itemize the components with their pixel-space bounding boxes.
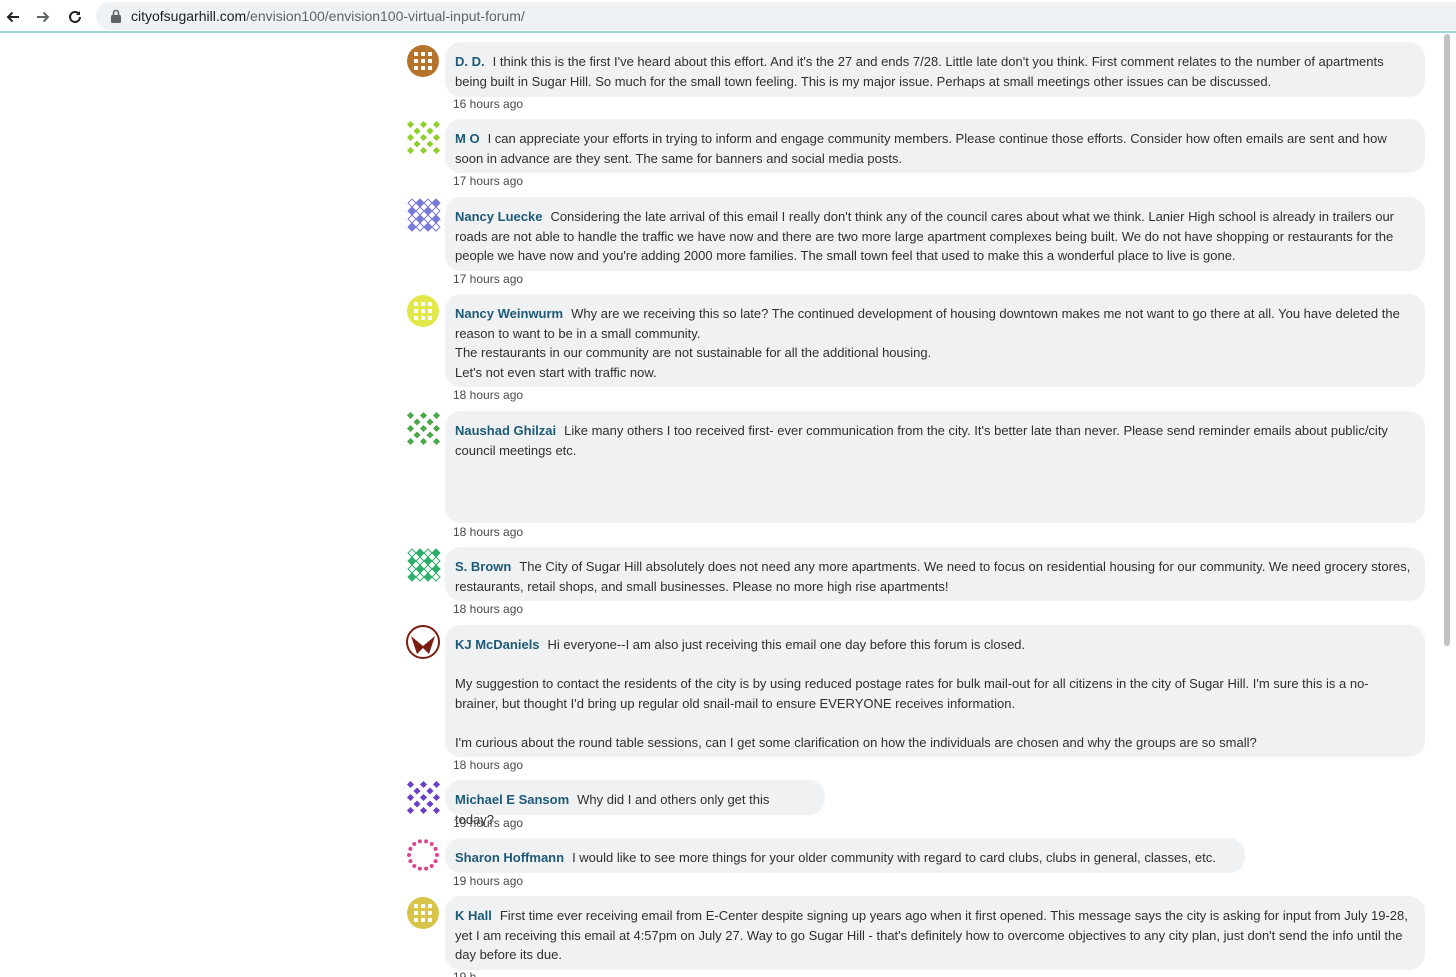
comment-text-line	[455, 713, 1411, 733]
comment-text: Hi everyone--I am also just receiving th…	[547, 637, 1026, 652]
comment-author[interactable]: M O	[455, 131, 480, 146]
comment-timestamp: 18 hours ago	[453, 525, 524, 539]
comment-bubble: K Hall First time ever receiving email fr…	[445, 896, 1425, 970]
comment-text-line: Naushad Ghilzai Like many others I too re…	[455, 421, 1411, 460]
comment-author[interactable]: Naushad Ghilzai	[455, 423, 556, 438]
comment-text: The restaurants in our community are not…	[455, 345, 932, 361]
comment-author[interactable]: K Hall	[455, 908, 492, 923]
comment-timestamp: 18 hours ago	[453, 388, 524, 402]
comment-text-line: D. D. I think this is the first I've hear…	[455, 52, 1411, 91]
avatar[interactable]	[405, 546, 441, 582]
avatar[interactable]	[405, 837, 441, 873]
comment-text: I can appreciate your efforts in trying …	[455, 131, 1387, 166]
identicon-icon	[407, 45, 439, 77]
avatar[interactable]	[405, 410, 441, 446]
comment-bubble: Michael E Sansom Why did I and others onl…	[445, 780, 825, 827]
comment-timestamp: 19 hours ago	[453, 874, 524, 888]
avatar[interactable]	[405, 293, 441, 329]
comment-author[interactable]: D. D.	[455, 54, 485, 69]
comment-text: The City of Sugar Hill absolutely does n…	[455, 559, 1411, 594]
comment-text-line: K Hall First time ever receiving email fr…	[455, 906, 1411, 965]
comment-text: I would like to see more things for your…	[572, 850, 1216, 865]
comment-text-line: M OI can appreciate your efforts in tryi…	[455, 129, 1411, 168]
reload-icon	[69, 10, 81, 23]
comment-text: Like many others I too received first- e…	[455, 423, 1388, 458]
identicon-icon	[407, 548, 441, 582]
comment-text-line: KJ McDaniels Hi everyone--I am also just …	[455, 635, 1411, 655]
comment-text: I'm curious about the round table sessio…	[455, 734, 1257, 750]
scrollbar-thumb[interactable]	[1444, 34, 1450, 646]
comment-text-line: Let's not even start with traffic now.	[455, 363, 1411, 383]
forward-arrow-icon	[37, 11, 50, 23]
comment-timestamp: 19 hours ago	[453, 816, 524, 830]
url-text: cityofsugarhill.com/envision100/envision…	[131, 8, 525, 24]
comment-text-line	[455, 655, 1411, 675]
comment-text	[455, 715, 459, 730]
comment-text: Let's not even start with traffic now.	[455, 364, 657, 380]
avatar[interactable]	[405, 43, 441, 79]
comment-timestamp: 17 hours ago	[453, 272, 524, 286]
comment-timestamp: 17 hours ago	[453, 174, 524, 188]
forward-button[interactable]	[32, 6, 54, 28]
identicon-icon	[407, 295, 439, 327]
comment-text-line: Nancy Luecke Considering the late arrival…	[455, 207, 1411, 266]
comment-author[interactable]: KJ McDaniels	[455, 637, 540, 652]
avatar[interactable]	[405, 196, 441, 232]
comment-bubble: Naushad Ghilzai Like many others I too re…	[445, 411, 1425, 523]
comment-bubble: S. Brown The City of Sugar Hill absolutel…	[445, 547, 1425, 601]
comment-bubble: KJ McDaniels Hi everyone--I am also just …	[445, 625, 1425, 757]
comment-bubble: Nancy Weinwurm Why are we receiving this …	[445, 294, 1425, 387]
identicon-icon	[406, 780, 441, 815]
comment-author[interactable]: Nancy Luecke	[455, 209, 542, 224]
comment-text: I think this is the first I've heard abo…	[455, 54, 1384, 89]
comment-text-line: I'm curious about the round table sessio…	[455, 733, 1411, 753]
identicon-icon	[407, 839, 439, 871]
comment-text: First time ever receiving email from E-C…	[455, 908, 1408, 963]
comment-text-line: Sharon Hoffmann I would like to see more …	[455, 848, 1231, 868]
avatar[interactable]	[405, 779, 441, 815]
url-path: /envision100/envision100-virtual-input-f…	[246, 8, 525, 24]
comment-bubble: Sharon Hoffmann I would like to see more …	[445, 838, 1245, 873]
identicon-icon	[407, 198, 441, 232]
comment-text: My suggestion to contact the residents o…	[455, 676, 1369, 711]
comment-bubble: M OI can appreciate your efforts in tryi…	[445, 119, 1425, 173]
comment-timestamp-partial: 19 h	[453, 970, 477, 977]
comment-author[interactable]: Michael E Sansom	[455, 792, 569, 807]
comment-author[interactable]: Sharon Hoffmann	[455, 850, 564, 865]
avatar[interactable]	[405, 119, 441, 155]
comment-text	[455, 657, 459, 672]
comment-timestamp: 16 hours ago	[453, 97, 524, 111]
comment-text-line: S. Brown The City of Sugar Hill absolutel…	[455, 557, 1411, 596]
back-arrow-icon	[6, 11, 19, 23]
reload-button[interactable]	[64, 6, 86, 28]
identicon-icon	[406, 120, 441, 155]
comment-timestamp: 18 hours ago	[453, 602, 524, 616]
avatar[interactable]	[405, 624, 441, 660]
comment-text: Why are we receiving this so late? The c…	[455, 306, 1400, 341]
comment-timestamp: 18 hours ago	[453, 758, 524, 772]
lock-icon	[111, 9, 121, 23]
address-bar[interactable]: cityofsugarhill.com/envision100/envision…	[96, 2, 1456, 30]
identicon-icon	[406, 625, 440, 659]
url-domain: cityofsugarhill.com	[131, 8, 247, 24]
identicon-icon	[406, 411, 441, 446]
browser-toolbar: cityofsugarhill.com/envision100/envision…	[0, 0, 1456, 33]
comment-text-line: Nancy Weinwurm Why are we receiving this …	[455, 304, 1411, 343]
comment-author[interactable]: Nancy Weinwurm	[455, 306, 563, 321]
comment-bubble: Nancy Luecke Considering the late arrival…	[445, 197, 1425, 271]
comment-text-line: The restaurants in our community are not…	[455, 343, 1411, 363]
comment-bubble: D. D. I think this is the first I've hear…	[445, 42, 1425, 97]
comment-text: Considering the late arrival of this ema…	[455, 209, 1395, 264]
identicon-icon	[407, 897, 439, 929]
comment-author[interactable]: S. Brown	[455, 559, 511, 574]
back-button[interactable]	[2, 6, 24, 28]
avatar[interactable]	[405, 895, 441, 931]
comment-text-line: My suggestion to contact the residents o…	[455, 674, 1411, 713]
